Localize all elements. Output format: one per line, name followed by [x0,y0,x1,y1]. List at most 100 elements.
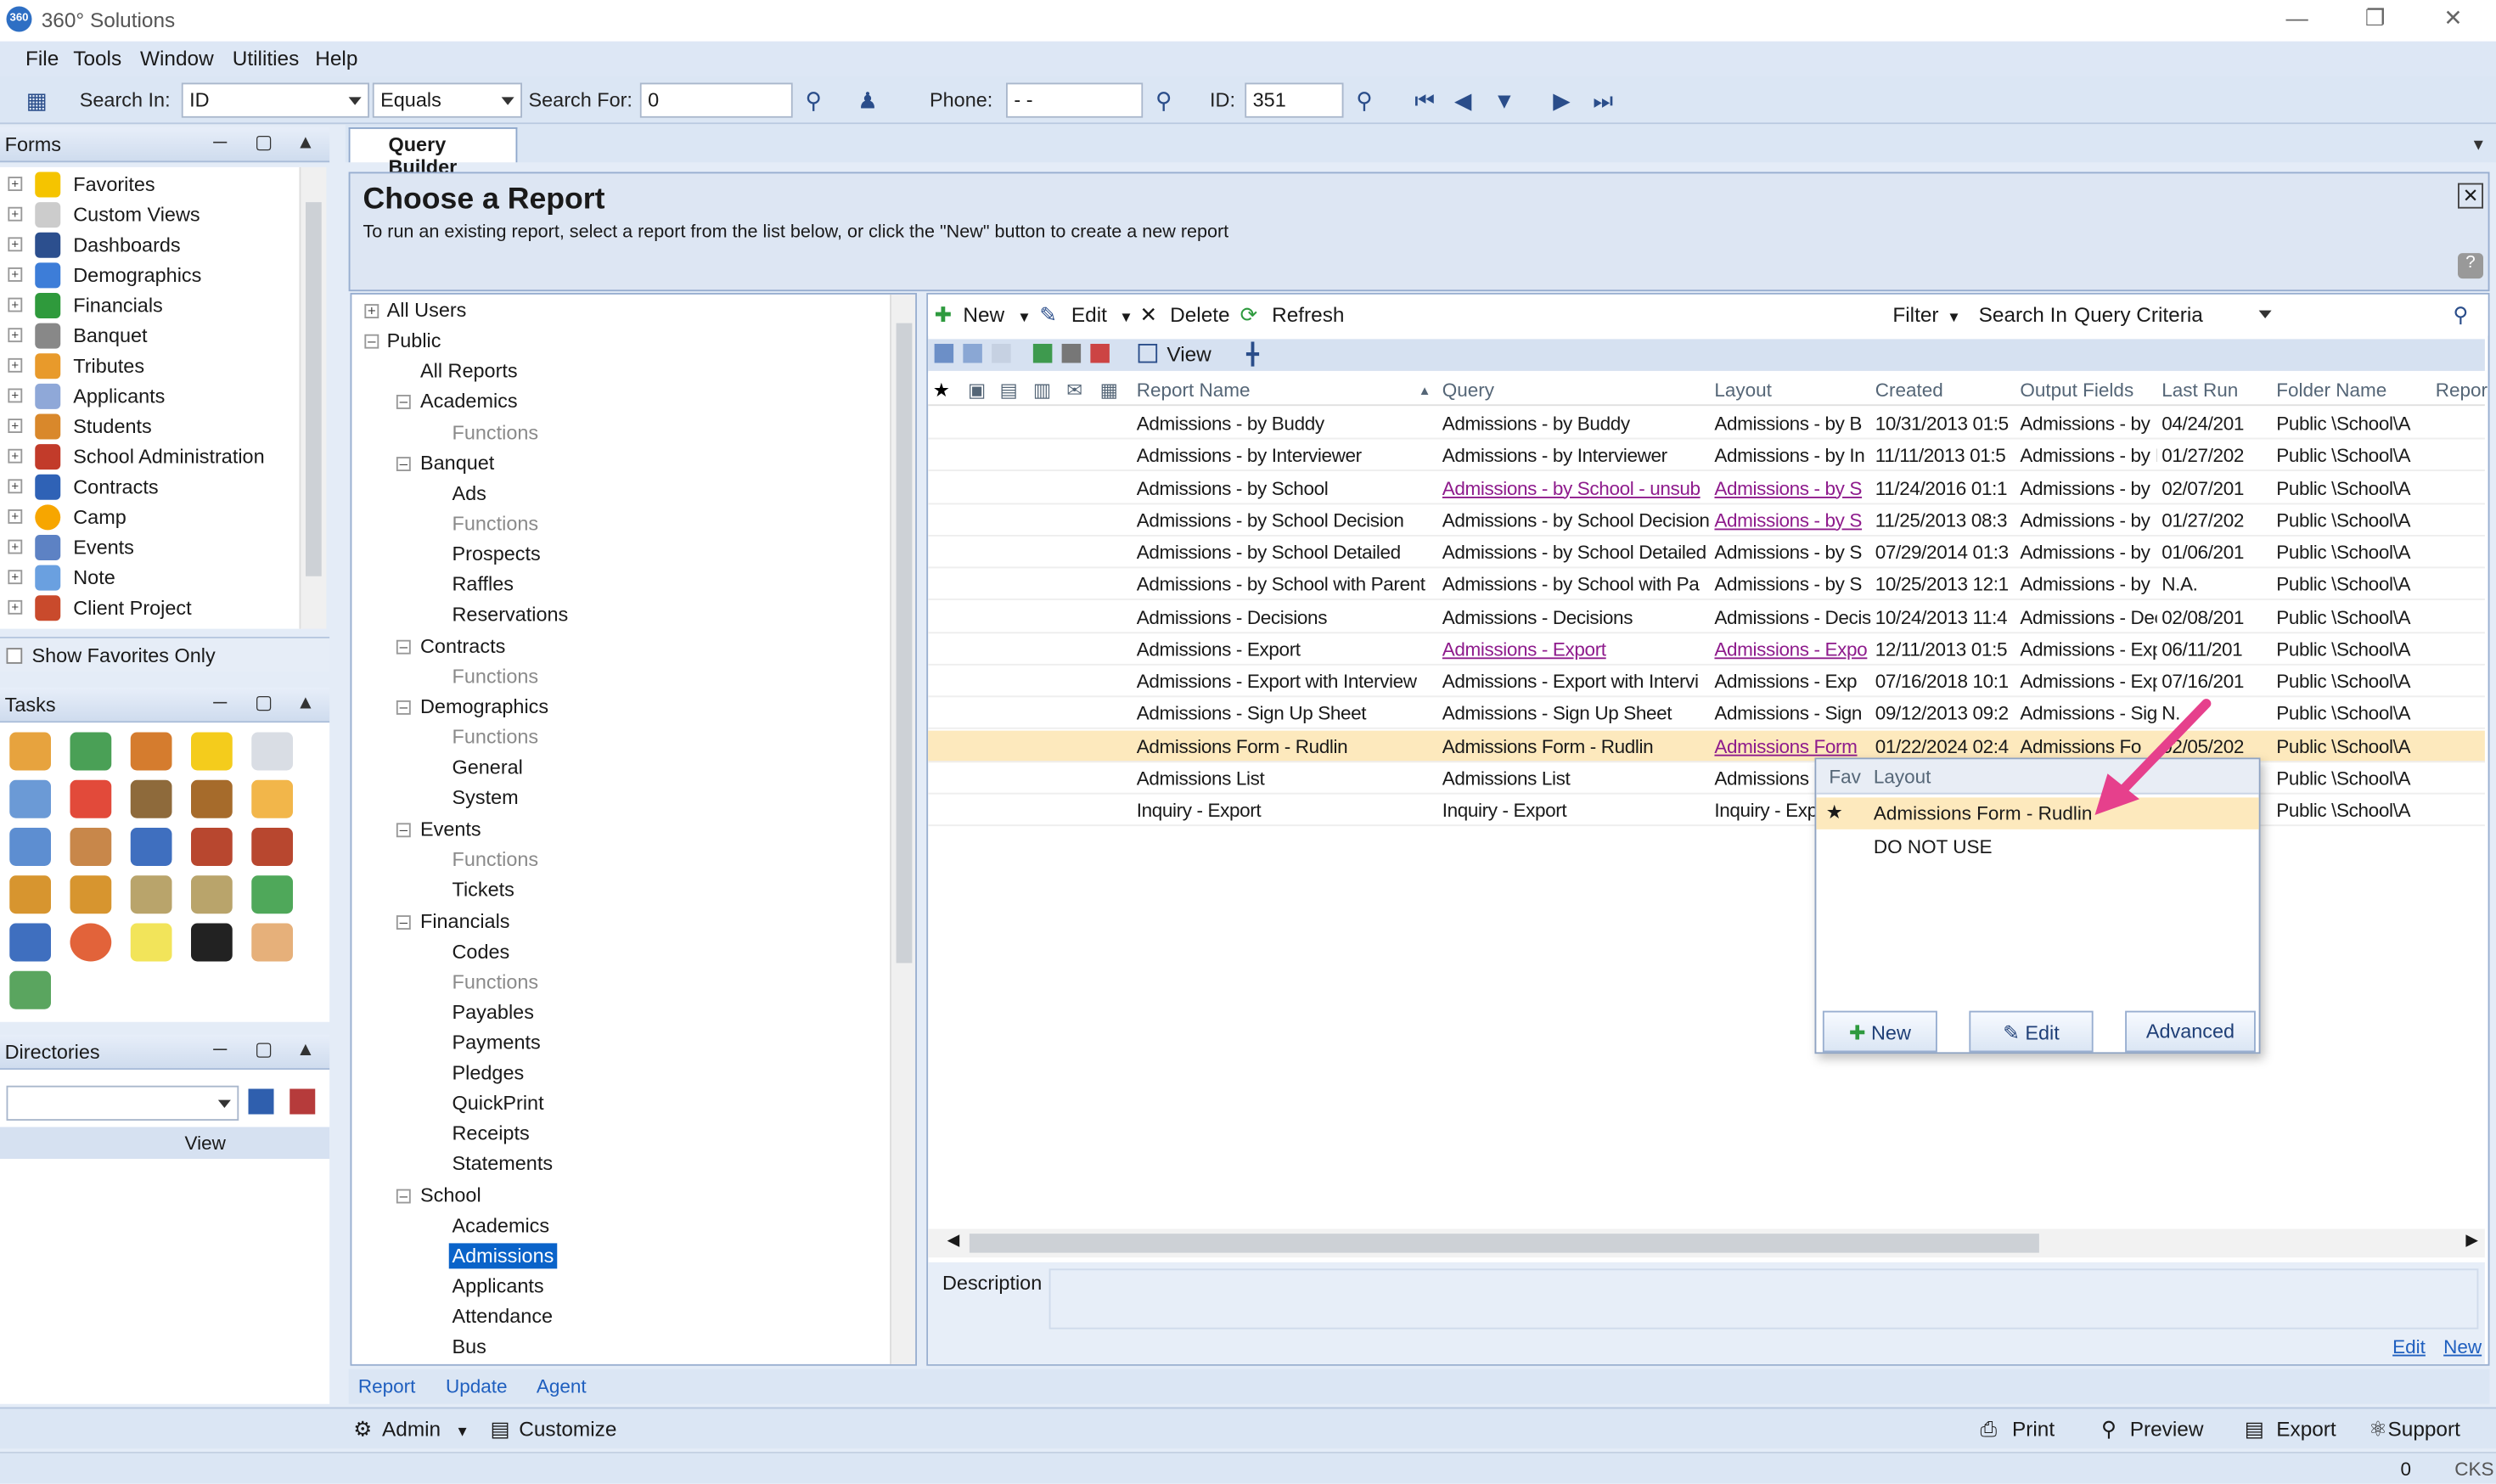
new-dropdown-icon[interactable]: ▼ [1017,309,1032,325]
tree-general[interactable]: General [453,756,523,779]
forms-item-students[interactable]: + Students [0,413,302,443]
save-icon[interactable] [248,1088,274,1115]
forms-item-demographics[interactable]: + Demographics [0,261,302,292]
dir-view-button[interactable]: View [185,1132,226,1154]
tree-bus[interactable]: Bus [453,1335,486,1358]
table-row[interactable]: Admissions - Decisions Admissions - Decis… [928,601,2485,633]
tree-demographics[interactable]: Demographics [420,695,548,717]
search-for-input[interactable]: 0 [639,82,793,118]
group-icon[interactable] [70,828,112,866]
restore-button[interactable]: ❐ [2351,5,2398,37]
operator-select[interactable]: Equals [372,82,522,118]
download-icon[interactable] [70,732,112,771]
col-report-type[interactable]: Repor [2436,379,2488,401]
filter-dropdown-icon[interactable]: ▼ [1947,309,1961,325]
col-folder-name[interactable]: Folder Name [2276,379,2386,401]
forms-item-custom-views[interactable]: + Custom Views [0,200,302,231]
edit-dropdown-icon[interactable]: ▼ [1119,309,1133,325]
show-favorites-checkbox[interactable] [6,648,23,664]
tree-pledges[interactable]: Pledges [453,1062,525,1084]
id-search-icon[interactable]: ⚲ [1350,86,1379,115]
new-button[interactable]: New [963,302,1004,326]
tree-quickprint[interactable]: QuickPrint [453,1092,544,1114]
col-last-run[interactable]: Last Run [2162,379,2238,401]
tree-statements[interactable]: Statements [453,1153,554,1175]
email-column-icon[interactable]: ✉ [1066,379,1082,401]
tree-scrollbar[interactable] [890,294,916,1364]
preview-button[interactable]: Preview [2130,1417,2204,1441]
tree-demographics-functions[interactable]: Functions [453,726,539,748]
cake-icon[interactable] [191,779,233,818]
tree-contracts[interactable]: Contracts [420,635,505,657]
grid-hscrollbar[interactable]: ◀ ▶ [928,1228,2485,1258]
minimize-panel-icon[interactable]: ─ [213,131,227,153]
menu-help[interactable]: Help [315,46,357,70]
tree-all-users[interactable]: All Users [387,300,467,322]
forms-item-banquet[interactable]: + Banquet [0,322,302,352]
remove-icon[interactable] [1090,344,1110,363]
forms-item-camp[interactable]: + Camp [0,503,302,534]
tree-codes[interactable]: Codes [453,941,510,963]
maximize-panel-icon[interactable]: ▢ [255,131,273,153]
tree-all-reports[interactable]: All Reports [420,360,518,382]
directory-select[interactable] [6,1085,239,1121]
tree-receipts[interactable]: Receipts [453,1122,530,1144]
team-icon[interactable] [70,875,112,914]
tree-attendance[interactable]: Attendance [453,1306,554,1328]
filter-button[interactable]: Filter [1892,302,1938,326]
forms-item-contracts[interactable]: + Contracts [0,473,302,503]
refresh-icon[interactable]: ⟳ [1240,302,1257,328]
excel-icon[interactable] [1032,344,1053,363]
help-icon[interactable]: ? [2458,253,2483,279]
col-created[interactable]: Created [1875,379,1943,401]
tree-tickets[interactable]: Tickets [453,879,514,901]
add-list-icon[interactable] [9,970,51,1009]
tab-report[interactable]: Report [358,1375,416,1397]
school-building-icon[interactable] [130,779,172,818]
docs-icon[interactable] [191,875,233,914]
forms-item-tributes[interactable]: + Tributes [0,351,302,382]
tree-raffles[interactable]: Raffles [453,573,514,595]
tree-school[interactable]: School [420,1184,481,1206]
popup-edit-button[interactable]: ✎ Edit [1969,1010,2094,1053]
minimize-panel-icon[interactable]: ─ [213,691,227,713]
popup-advanced-button[interactable]: Advanced [2125,1010,2256,1053]
print-button[interactable]: Print [2012,1417,2055,1441]
layers-icon[interactable] [9,828,51,866]
people-search-icon[interactable]: ♟ [853,86,882,115]
tree-financials[interactable]: Financials [420,911,510,933]
pin-icon[interactable]: ▲ [296,131,315,153]
paste-icon[interactable] [992,344,1011,363]
candle-icon[interactable] [251,779,293,818]
attach-column-icon[interactable]: ▣ [968,379,986,401]
tree-banquet[interactable]: Banquet [420,453,494,475]
description-edit-link[interactable]: Edit [2392,1335,2426,1358]
menu-file[interactable]: File [25,46,59,70]
menu-window[interactable]: Window [140,46,214,70]
fav-column-star-icon[interactable]: ★ [933,379,950,401]
tab-agent[interactable]: Agent [537,1375,587,1397]
forms-item-dashboards[interactable]: + Dashboards [0,231,302,261]
phonebook-icon[interactable] [9,923,51,962]
favorite-star-icon[interactable]: ★ [1826,801,1843,823]
table-row[interactable]: Admissions - Export with Interview Admiss… [928,666,2485,698]
tree-reservations[interactable]: Reservations [453,604,569,626]
sticky-note-icon[interactable] [191,732,233,771]
scroll-left-icon[interactable]: ◀ [947,1232,959,1250]
customize-button[interactable]: Customize [519,1417,616,1441]
close-panel-icon[interactable]: ✕ [2458,183,2483,209]
copy-icon[interactable] [963,344,982,363]
last-record-icon[interactable]: ⏭ [1588,86,1617,115]
delete-button[interactable]: Delete [1170,302,1229,326]
menu-tools[interactable]: Tools [73,46,121,70]
tab-dropdown-icon[interactable]: ▼ [2471,137,2487,155]
maximize-panel-icon[interactable]: ▢ [255,691,273,713]
description-new-link[interactable]: New [2443,1335,2482,1358]
delete-icon[interactable]: ✕ [1140,302,1157,328]
forms-item-client-project[interactable]: + Client Project [0,593,302,624]
table-row[interactable]: Admissions - by School with Parent Admiss… [928,569,2485,601]
tree-admissions[interactable]: Admissions [448,1243,558,1269]
forms-item-events[interactable]: + Events [0,533,302,564]
col-output-fields[interactable]: Output Fields [2020,379,2133,401]
forms-scrollbar[interactable] [299,166,327,629]
